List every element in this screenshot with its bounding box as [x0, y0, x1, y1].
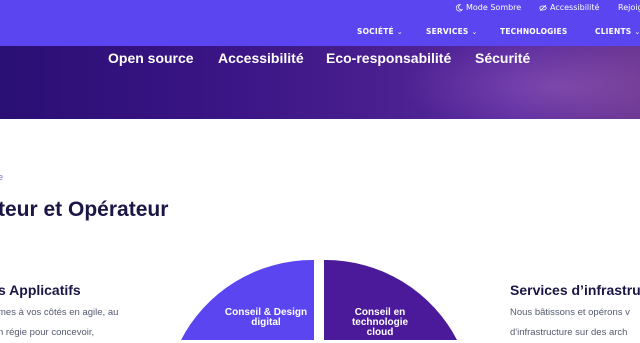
utility-bar: Mode Sombre Accessibilité Rejoig	[0, 0, 640, 18]
right-column-heading: Services d’infrastru	[510, 282, 640, 298]
chevron-down-icon: ⌄	[634, 27, 640, 36]
left-column-line-1: mes à vos côtés en agile, au	[0, 307, 119, 318]
nav-item-label: SERVICES	[426, 27, 469, 36]
left-column-line-2: n régie pour concevoir,	[0, 327, 95, 338]
nav-item-technologies[interactable]: TECHNOLOGIES	[500, 27, 567, 36]
accessibility-label: Accessibilité	[550, 3, 600, 12]
hero-tag-security: Sécurité	[475, 50, 531, 66]
join-label: Rejoig	[618, 3, 640, 12]
nav-item-clients[interactable]: CLIENTS ⌄	[595, 27, 640, 36]
breadcrumb[interactable]: e	[0, 172, 3, 182]
chevron-down-icon: ⌄	[471, 27, 478, 36]
hero-tag-eco: Eco-responsabilité	[326, 50, 452, 66]
nav-item-label: CLIENTS	[595, 27, 632, 36]
nav-item-label: SOCIÉTÉ	[357, 27, 394, 36]
diagram-label-cloud: Conseil en technologie cloud	[351, 307, 409, 338]
right-column-line-1: Nous bâtissons et opérons v	[510, 307, 630, 318]
diagram-label-design: Conseil & Design digital	[224, 307, 308, 328]
left-column-heading: s Applicatifs	[0, 282, 81, 298]
page-title: teur et Opérateur	[0, 198, 169, 221]
nav-item-services[interactable]: SERVICES ⌄	[426, 27, 478, 36]
main-nav: SOCIÉTÉ ⌄ SERVICES ⌄ TECHNOLOGIES CLIENT…	[0, 18, 640, 46]
accessibility-link[interactable]: Accessibilité	[539, 3, 599, 12]
join-link[interactable]: Rejoig	[618, 3, 640, 12]
nav-item-label: TECHNOLOGIES	[500, 27, 568, 36]
dark-mode-label: Mode Sombre	[466, 3, 522, 12]
nav-item-societe[interactable]: SOCIÉTÉ ⌄	[357, 27, 403, 36]
eye-slash-icon	[539, 4, 547, 11]
dark-mode-toggle[interactable]: Mode Sombre	[455, 3, 521, 12]
hero-tag-accessibility: Accessibilité	[218, 50, 304, 66]
chevron-down-icon: ⌄	[396, 27, 403, 36]
moon-icon	[455, 3, 463, 11]
hero-tag-open-source: Open source	[108, 50, 194, 66]
hero-banner: Open source Accessibilité Eco-responsabi…	[0, 46, 640, 119]
right-column-line-2: d'infrastructure sur des arch	[510, 327, 628, 338]
